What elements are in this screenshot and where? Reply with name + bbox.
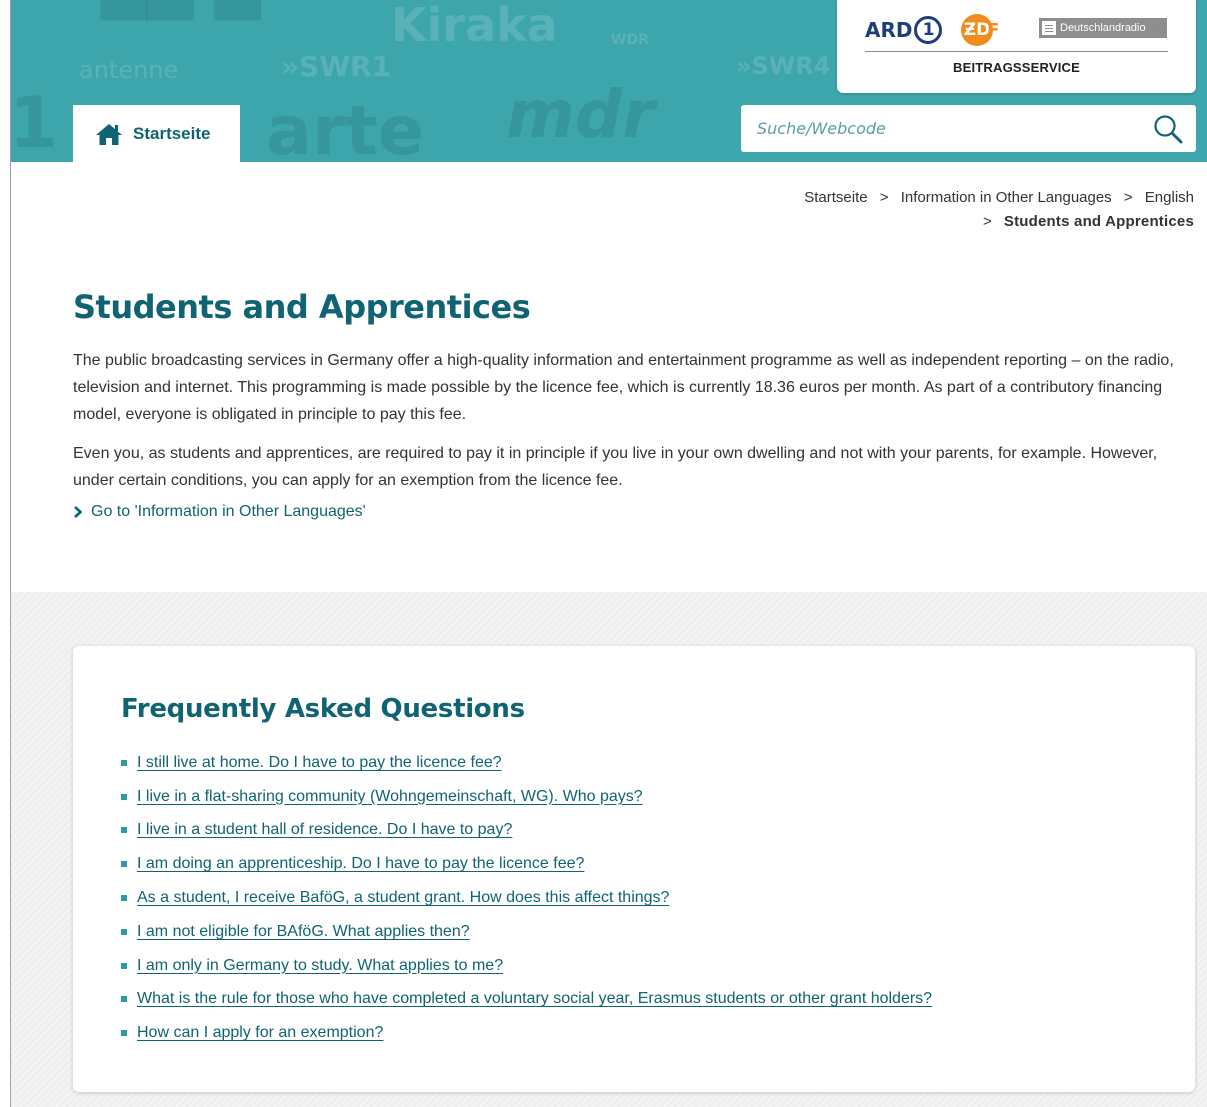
square-bullet-icon [121, 861, 127, 868]
breadcrumb: Startseite > Information in Other Langua… [804, 186, 1194, 234]
faq-question-link[interactable]: I live in a flat-sharing community (Wohn… [137, 788, 643, 806]
bg-brand-swr4: »SWR4 [736, 52, 831, 80]
faq-question-link[interactable]: How can I apply for an exemption? [137, 1024, 383, 1042]
intro-paragraph-2: Even you, as students and apprentices, a… [73, 445, 1158, 489]
faq-item: I am only in Germany to study. What appl… [121, 949, 932, 983]
bg-brand-swr1: »SWR1 [281, 50, 392, 83]
breadcrumb-line-2: > Students and Apprentices [804, 210, 1194, 234]
bg-brand-kiraka: Kiraka [391, 0, 558, 52]
square-bullet-icon [121, 928, 127, 935]
bg-brand-one: 1 [11, 82, 58, 162]
bg-brand-mdr: mdr [506, 76, 655, 153]
faq-question-link[interactable]: I still live at home. Do I have to pay t… [137, 754, 502, 772]
document-icon [1042, 21, 1056, 35]
home-icon [96, 123, 122, 145]
breadcrumb-separator: > [982, 213, 992, 230]
page-title: Students and Apprentices [73, 288, 531, 326]
faq-card: Frequently Asked Questions I still live … [73, 646, 1195, 1092]
intro-paragraph-1: The public broadcasting services in Germ… [73, 352, 1174, 423]
faq-question-link[interactable]: As a student, I receive BaföG, a student… [137, 889, 669, 907]
breadcrumb-line-1: Startseite > Information in Other Langua… [804, 186, 1194, 210]
faq-item: I live in a student hall of residence. D… [121, 814, 932, 848]
faq-item: What is the rule for those who have comp… [121, 983, 932, 1017]
home-tab-label: Startseite [133, 123, 211, 143]
goto-other-languages-link[interactable]: Go to 'Information in Other Languages' [73, 503, 366, 521]
square-bullet-icon [121, 827, 127, 834]
faq-title: Frequently Asked Questions [121, 694, 525, 724]
faq-section: Frequently Asked Questions I still live … [11, 592, 1207, 1107]
faq-question-link[interactable]: What is the rule for those who have comp… [137, 990, 932, 1008]
search-bar [741, 105, 1196, 152]
breadcrumb-separator: > [1123, 189, 1133, 206]
faq-item: How can I apply for an exemption? [121, 1016, 932, 1050]
faq-item: I live in a flat-sharing community (Wohn… [121, 780, 932, 814]
ard-logo-text: ARD [865, 18, 913, 42]
faq-item: I am doing an apprenticeship. Do I have … [121, 847, 932, 881]
square-bullet-icon [121, 996, 127, 1003]
search-icon[interactable] [1152, 113, 1184, 145]
brand-title: BEITRAGSSERVICE [952, 60, 1080, 75]
faq-list: I still live at home. Do I have to pay t… [121, 746, 932, 1050]
zdf-logo-text: F [987, 19, 1000, 41]
goto-link-label: Go to 'Information in Other Languages' [91, 503, 366, 520]
home-tab[interactable]: Startseite [73, 105, 240, 162]
square-bullet-icon [121, 962, 127, 969]
faq-question-link[interactable]: I am not eligible for BAföG. What applie… [137, 923, 470, 941]
breadcrumb-current: Students and Apprentices [1003, 213, 1194, 230]
bg-brand-arte: arte [266, 92, 425, 162]
ard-logo: ARD 1 [865, 16, 943, 44]
square-bullet-icon [121, 895, 127, 902]
intro-text: The public broadcasting services in Germ… [73, 347, 1197, 506]
chevron-right-icon [74, 506, 83, 518]
brand-divider [865, 51, 1168, 52]
ard-logo-number: 1 [914, 16, 943, 44]
bg-brand-shape: ▀▀ ▀ [101, 0, 261, 56]
faq-item: I still live at home. Do I have to pay t… [121, 746, 932, 780]
breadcrumb-link-english[interactable]: English [1145, 189, 1194, 206]
bg-brand-antenne: antenne [79, 56, 179, 84]
faq-item: As a student, I receive BaföG, a student… [121, 881, 932, 915]
square-bullet-icon [121, 1030, 127, 1037]
breadcrumb-separator: > [879, 189, 889, 206]
deutschlandradio-logo: Deutschlandradio [1039, 18, 1167, 38]
broadcaster-logos: ARD 1 ƵD F Deutschlandradio [837, 12, 1196, 46]
search-input[interactable] [741, 108, 1131, 149]
zdf-logo: ƵD F [961, 14, 999, 46]
faq-question-link[interactable]: I am only in Germany to study. What appl… [137, 957, 503, 975]
square-bullet-icon [121, 793, 127, 800]
site-header: ▀▀ ▀ Kiraka WDR antenne »SWR1 »SWR4 arte… [11, 0, 1207, 162]
brand-logo-box[interactable]: ARD 1 ƵD F Deutschlandradio BEITRAGSSERV… [837, 0, 1196, 93]
bg-brand-wdr: WDR [611, 32, 649, 48]
breadcrumb-link-other-languages[interactable]: Information in Other Languages [901, 189, 1112, 206]
faq-question-link[interactable]: I am doing an apprenticeship. Do I have … [137, 855, 584, 873]
deutschlandradio-logo-text: Deutschlandradio [1060, 22, 1146, 34]
faq-question-link[interactable]: I live in a student hall of residence. D… [137, 821, 512, 839]
breadcrumb-link-startseite[interactable]: Startseite [804, 189, 867, 206]
square-bullet-icon [121, 759, 127, 766]
faq-item: I am not eligible for BAföG. What applie… [121, 915, 932, 949]
